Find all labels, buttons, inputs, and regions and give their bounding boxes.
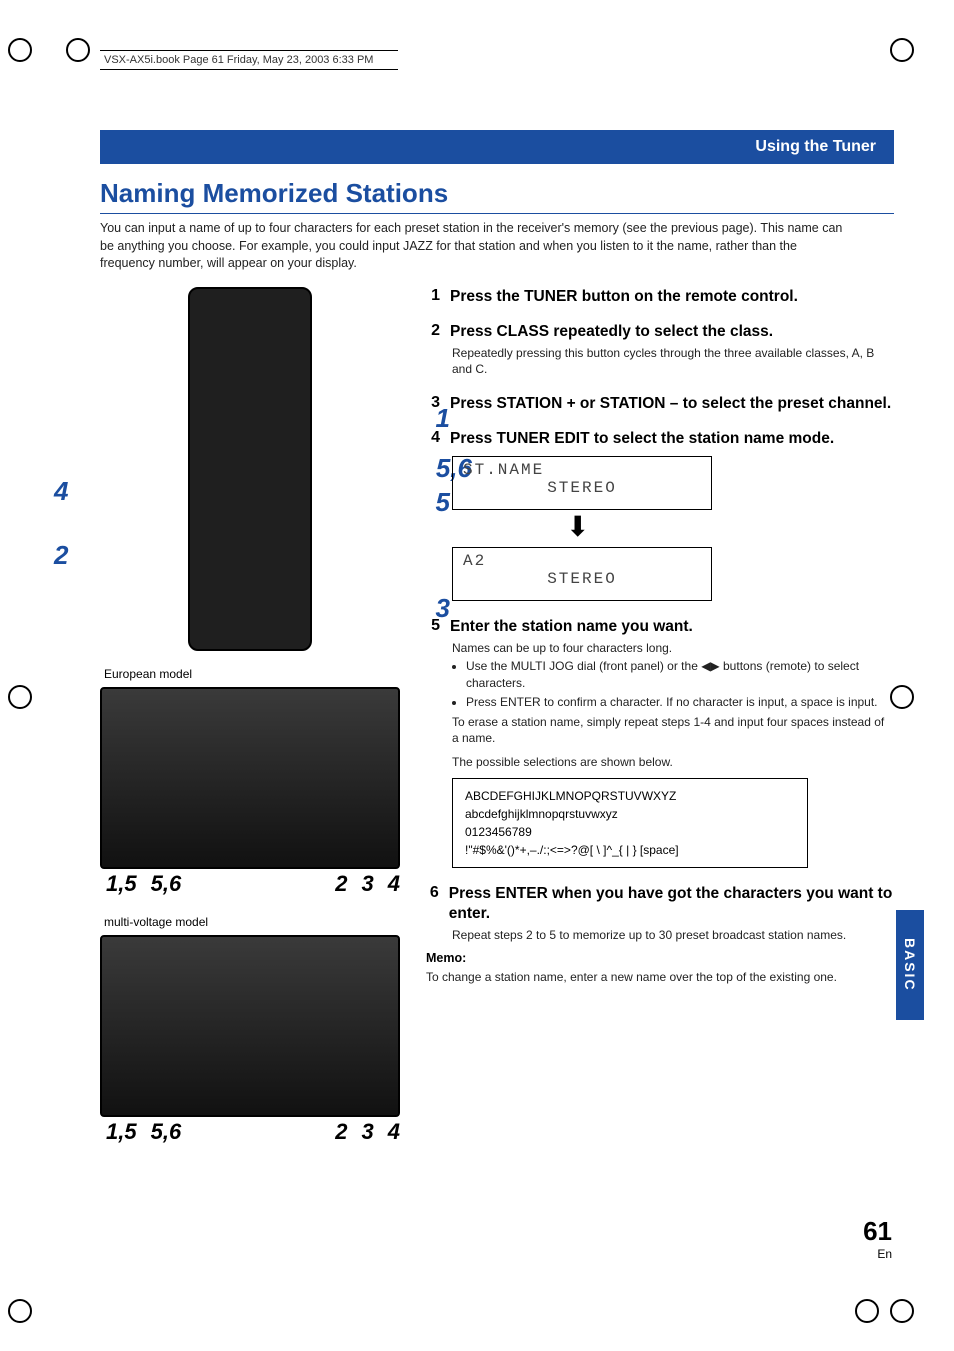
step-title: Press TUNER EDIT to select the station n… bbox=[450, 429, 834, 448]
front-panel-diagram-multivoltage bbox=[100, 935, 400, 1117]
caption-multivoltage: multi-voltage model bbox=[104, 915, 400, 929]
memo-label: Memo: bbox=[426, 951, 894, 965]
panel-callout: 5,6 bbox=[151, 871, 182, 897]
left-right-icon: ◀▶ bbox=[701, 659, 719, 673]
step-body-line: To erase a station name, simply repeat s… bbox=[452, 714, 894, 746]
crop-mark-icon bbox=[855, 1299, 879, 1323]
remote-callout-2: 2 bbox=[54, 540, 68, 571]
crop-mark-icon bbox=[8, 685, 32, 709]
panel-callout: 4 bbox=[388, 871, 400, 897]
step-body-line: The possible selections are shown below. bbox=[452, 754, 894, 770]
step-body: Repeatedly pressing this button cycles t… bbox=[452, 345, 894, 377]
remote-callout-4: 4 bbox=[54, 476, 68, 507]
step-title: Press CLASS repeatedly to select the cla… bbox=[450, 322, 773, 341]
step-number: 2 bbox=[426, 322, 440, 340]
panel-callout: 1,5 bbox=[106, 871, 137, 897]
display-line: A2 bbox=[463, 552, 701, 570]
front-panel-diagram-european bbox=[100, 687, 400, 869]
step-title: Press STATION + or STATION – to select t… bbox=[450, 394, 891, 413]
panel-callout: 1,5 bbox=[106, 1119, 137, 1145]
bullet-text: Use the MULTI JOG dial (front panel) or … bbox=[466, 659, 701, 673]
panel-callouts-european: 1,5 5,6 2 3 4 bbox=[100, 871, 400, 897]
page-title: Naming Memorized Stations bbox=[100, 178, 894, 214]
panel-callout: 2 bbox=[335, 1119, 347, 1145]
panel-callout: 3 bbox=[362, 871, 374, 897]
crop-mark-icon bbox=[890, 1299, 914, 1323]
intro-paragraph: You can input a name of up to four chara… bbox=[100, 220, 854, 273]
chapter-bar: Using the Tuner bbox=[100, 130, 894, 164]
down-arrow-icon: ⬇ bbox=[566, 516, 894, 538]
step-1: 1 Press the TUNER button on the remote c… bbox=[426, 287, 894, 306]
display-line: STEREO bbox=[463, 479, 701, 497]
step-body: Repeat steps 2 to 5 to memorize up to 30… bbox=[452, 927, 894, 943]
receiver-display-2: A2 STEREO bbox=[452, 547, 712, 601]
panel-callout: 3 bbox=[362, 1119, 374, 1145]
crop-mark-icon bbox=[890, 38, 914, 62]
crop-mark-icon bbox=[8, 38, 32, 62]
step-4: 4 Press TUNER EDIT to select the station… bbox=[426, 429, 894, 601]
step-title: Enter the station name you want. bbox=[450, 617, 693, 636]
step-title: Press the TUNER button on the remote con… bbox=[450, 287, 798, 306]
page-language: En bbox=[863, 1247, 892, 1261]
caption-european: European model bbox=[104, 667, 400, 681]
book-header: VSX-AX5i.book Page 61 Friday, May 23, 20… bbox=[100, 50, 398, 70]
panel-callout: 2 bbox=[335, 871, 347, 897]
step-5: 5 Enter the station name you want. Names… bbox=[426, 617, 894, 869]
step-body: Names can be up to four characters long.… bbox=[452, 640, 894, 770]
display-line: STEREO bbox=[463, 570, 701, 588]
step-3: 3 Press STATION + or STATION – to select… bbox=[426, 394, 894, 413]
step-2: 2 Press CLASS repeatedly to select the c… bbox=[426, 322, 894, 378]
memo-body: To change a station name, enter a new na… bbox=[426, 969, 894, 985]
panel-callouts-multivoltage: 1,5 5,6 2 3 4 bbox=[100, 1119, 400, 1145]
page-footer: 61 En bbox=[863, 1216, 892, 1261]
character-set-box: ABCDEFGHIJKLMNOPQRSTUVWXYZ abcdefghijklm… bbox=[452, 778, 808, 868]
side-tab-basic: BASIC bbox=[896, 910, 924, 1020]
step-bullet: Press ENTER to confirm a character. If n… bbox=[466, 694, 894, 710]
charset-line: ABCDEFGHIJKLMNOPQRSTUVWXYZ bbox=[465, 787, 795, 805]
display-line: ST.NAME bbox=[463, 461, 701, 479]
step-body-line: Names can be up to four characters long. bbox=[452, 641, 672, 655]
charset-line: 0123456789 bbox=[465, 823, 795, 841]
page-number: 61 bbox=[863, 1216, 892, 1247]
remote-callout-1: 1 bbox=[436, 403, 450, 434]
remote-diagram: 1 5,6 5 3 4 2 bbox=[100, 287, 400, 657]
panel-callout: 5,6 bbox=[151, 1119, 182, 1145]
remote-callout-3: 3 bbox=[436, 593, 450, 624]
charset-line: !"#$%&'()*+,–./:;<=>?@[ \ ]^_{ | } [spac… bbox=[465, 841, 795, 859]
step-title: Press ENTER when you have got the charac… bbox=[449, 884, 894, 923]
step-number: 6 bbox=[426, 884, 439, 902]
receiver-display-1: ST.NAME STEREO bbox=[452, 456, 712, 510]
charset-line: abcdefghijklmnopqrstuvwxyz bbox=[465, 805, 795, 823]
step-6: 6 Press ENTER when you have got the char… bbox=[426, 884, 894, 985]
step-number: 1 bbox=[426, 287, 440, 305]
crop-mark-icon bbox=[890, 685, 914, 709]
step-bullet: Use the MULTI JOG dial (front panel) or … bbox=[466, 658, 894, 690]
remote-callout-5: 5 bbox=[436, 487, 450, 518]
panel-callout: 4 bbox=[388, 1119, 400, 1145]
crop-mark-icon bbox=[66, 38, 90, 62]
remote-body-icon bbox=[188, 287, 312, 651]
crop-mark-icon bbox=[8, 1299, 32, 1323]
